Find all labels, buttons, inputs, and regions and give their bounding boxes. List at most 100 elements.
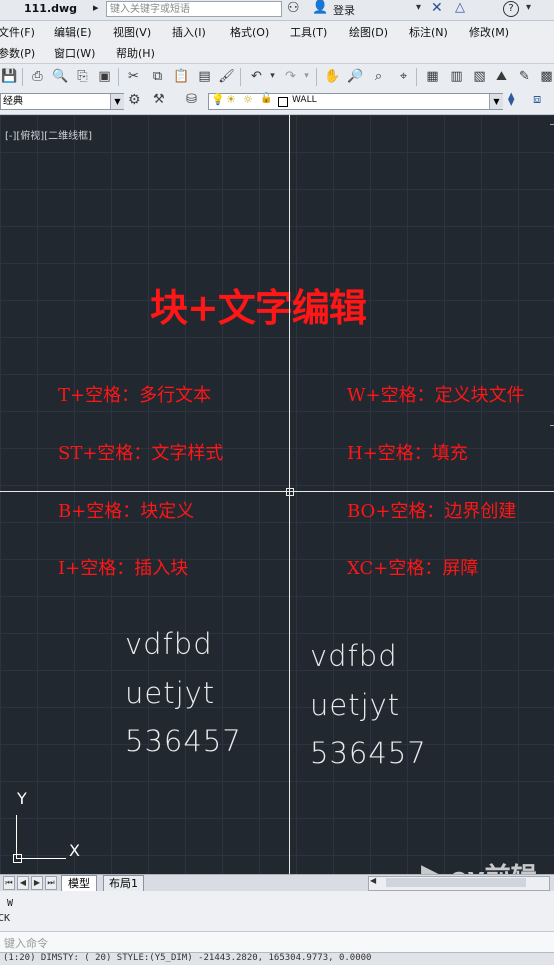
viewport-controls[interactable]: [-][俯视][二维线框] bbox=[5, 127, 92, 142]
layer-previous-icon[interactable]: ⧫ bbox=[508, 92, 514, 107]
layer-name: WALL bbox=[292, 95, 317, 105]
cut-icon[interactable]: ✂ bbox=[125, 68, 142, 85]
standard-toolbar: 💾 ⎙ 🔍 ⎘ ▣ ✂ ⧉ 📋 ▤ 🖌 ↶ ▾ ↷ ▾ ✋ 🔎 ⌕ ⌖ ▦ ▥ … bbox=[0, 63, 554, 91]
ucs-origin-icon bbox=[13, 854, 22, 863]
undo-dropdown-icon[interactable]: ▾ bbox=[264, 68, 281, 85]
sun-icon[interactable]: ☀ bbox=[226, 93, 236, 106]
redo-dropdown-icon[interactable]: ▾ bbox=[298, 68, 315, 85]
command-history-line: W bbox=[7, 898, 14, 909]
ucs-y-axis bbox=[16, 815, 17, 858]
gear-icon[interactable]: ⚙ bbox=[128, 92, 141, 108]
markup-icon[interactable]: ✎ bbox=[516, 68, 533, 85]
scrollbar-thumb[interactable] bbox=[386, 878, 526, 887]
layer-manager-icon[interactable]: ⛁ bbox=[186, 92, 197, 107]
status-text: (1:20) DIMSTY: ( 20) STYLE:(Y5_DIM) -214… bbox=[3, 953, 372, 963]
menu-help[interactable]: 帮助(H) bbox=[116, 45, 155, 61]
command-history: W CK bbox=[0, 891, 554, 931]
last-tab-icon[interactable]: ⏭ bbox=[45, 876, 57, 890]
calculator-icon[interactable]: ▩ bbox=[538, 68, 554, 85]
workspace-settings-icon[interactable]: ⚒ bbox=[153, 92, 165, 107]
menu-modify[interactable]: 修改(M) bbox=[469, 24, 509, 40]
command-note: T+空格：多行文本 bbox=[58, 385, 212, 406]
tab-model[interactable]: 模型 bbox=[61, 875, 97, 891]
login-button[interactable]: 登录 bbox=[333, 2, 355, 18]
command-note: W+空格：定义块文件 bbox=[347, 385, 525, 406]
menu-bar: 文件(F) 编辑(E) 视图(V) 插入(I) 格式(O) 工具(T) 绘图(D… bbox=[0, 21, 554, 63]
menu-parametric[interactable]: 参数(P) bbox=[0, 45, 35, 61]
scroll-left-icon[interactable]: ◀ bbox=[370, 876, 376, 885]
drawing-text: vdfbd bbox=[310, 639, 398, 673]
first-tab-icon[interactable]: ⏮ bbox=[3, 876, 15, 890]
pan-icon[interactable]: ✋ bbox=[324, 68, 341, 85]
watermark-logo: ev前辑 bbox=[450, 857, 537, 875]
menu-file[interactable]: 文件(F) bbox=[0, 24, 35, 40]
menu-insert[interactable]: 插入(I) bbox=[172, 24, 206, 40]
exchange-icon[interactable]: ✕ bbox=[431, 0, 443, 16]
menu-format[interactable]: 格式(O) bbox=[230, 24, 269, 40]
lightbulb-icon[interactable]: 💡 bbox=[211, 93, 225, 106]
help-dropdown-icon[interactable]: ▾ bbox=[526, 2, 531, 13]
search-input[interactable]: 键入关键字或短语 bbox=[106, 1, 282, 17]
layer-states-icon[interactable]: ⧈ bbox=[533, 92, 541, 107]
drawing-text: 536457 bbox=[125, 724, 242, 758]
command-input[interactable]: 键入命令 bbox=[0, 931, 554, 952]
previous-tab-icon[interactable]: ◀ bbox=[17, 876, 29, 890]
viewport-freeze-icon[interactable]: ☼ bbox=[243, 93, 253, 106]
command-note: B+空格：块定义 bbox=[58, 501, 195, 522]
sheet-set-icon[interactable]: ⛰ bbox=[493, 68, 510, 85]
command-note: ST+空格：文字样式 bbox=[58, 443, 224, 464]
menu-window[interactable]: 窗口(W) bbox=[54, 45, 95, 61]
toolbar-separator bbox=[118, 68, 119, 86]
title-arrow-icon[interactable]: ▸ bbox=[93, 1, 99, 14]
tab-layout1[interactable]: 布局1 bbox=[103, 875, 144, 891]
menu-draw[interactable]: 绘图(D) bbox=[349, 24, 388, 40]
tool-palettes-icon[interactable]: ▧ bbox=[471, 68, 488, 85]
unlock-icon[interactable]: 🔓 bbox=[260, 93, 272, 104]
title-bar: 111.dwg ▸ 键入关键字或短语 ⚇ 👤 登录 ▾ ✕ △ ? ▾ bbox=[0, 0, 554, 21]
watermark-play-icon: ▶ bbox=[421, 859, 441, 875]
chevron-down-icon[interactable]: ▾ bbox=[416, 2, 421, 13]
toolbar-separator bbox=[22, 68, 23, 86]
zoom-realtime-icon[interactable]: 🔎 bbox=[347, 68, 364, 85]
drawing-text: uetjyt bbox=[310, 688, 401, 722]
copy-icon[interactable]: ⧉ bbox=[149, 68, 166, 85]
menu-edit[interactable]: 编辑(E) bbox=[54, 24, 92, 40]
layers-toolbar: 经典 ▼ ⚙ ⚒ ⛁ 💡 ☀ ☼ 🔓 WALL ▼ ⧫ ⧈ bbox=[0, 90, 554, 115]
command-note: XC+空格：屏障 bbox=[347, 558, 479, 579]
properties-icon[interactable]: ▦ bbox=[424, 68, 441, 85]
zoom-window-icon[interactable]: ⌕ bbox=[370, 68, 387, 85]
paste-special-icon[interactable]: ▤ bbox=[196, 68, 213, 85]
publish-icon[interactable]: ⎘ bbox=[74, 68, 91, 85]
match-properties-icon[interactable]: 🖌 bbox=[218, 68, 235, 85]
drawing-canvas[interactable]: [-][俯视][二维线框] 块+文字编辑 T+空格：多行文本 ST+空格：文字样… bbox=[0, 115, 554, 875]
help-icon[interactable]: ? bbox=[503, 1, 519, 17]
3d-print-icon[interactable]: ▣ bbox=[96, 68, 113, 85]
print-preview-icon[interactable]: 🔍 bbox=[52, 68, 69, 85]
redo-icon[interactable]: ↷ bbox=[282, 68, 299, 85]
command-history-line: CK bbox=[0, 913, 11, 924]
menu-tools[interactable]: 工具(T) bbox=[290, 24, 327, 40]
user-icon[interactable]: 👤 bbox=[312, 0, 328, 15]
crosshair-horizontal bbox=[0, 491, 554, 492]
paste-icon[interactable]: 📋 bbox=[173, 68, 190, 85]
undo-icon[interactable]: ↶ bbox=[248, 68, 265, 85]
ruler-tick bbox=[550, 124, 554, 125]
toolbar-separator bbox=[316, 68, 317, 86]
save-icon[interactable]: 💾 bbox=[1, 68, 18, 85]
layout-tab-bar: ⏮ ◀ ▶ ⏭ 模型 布局1 ◀ bbox=[0, 874, 554, 891]
command-input-placeholder[interactable]: 键入命令 bbox=[4, 935, 48, 951]
chevron-down-icon[interactable]: ▼ bbox=[110, 94, 124, 109]
next-tab-icon[interactable]: ▶ bbox=[31, 876, 43, 890]
autodesk-app-icon[interactable]: △ bbox=[455, 0, 465, 15]
workspace-dropdown[interactable]: 经典 bbox=[0, 93, 124, 110]
menu-dimension[interactable]: 标注(N) bbox=[409, 24, 448, 40]
design-center-icon[interactable]: ▥ bbox=[448, 68, 465, 85]
print-icon[interactable]: ⎙ bbox=[29, 68, 46, 85]
command-note: BO+空格：边界创建 bbox=[347, 501, 517, 522]
zoom-previous-icon[interactable]: ⌖ bbox=[395, 68, 412, 85]
binoculars-icon[interactable]: ⚇ bbox=[287, 0, 300, 16]
file-title: 111.dwg bbox=[24, 2, 78, 15]
chevron-down-icon[interactable]: ▼ bbox=[489, 94, 503, 109]
menu-view[interactable]: 视图(V) bbox=[113, 24, 151, 40]
drawing-text: uetjyt bbox=[125, 676, 216, 710]
